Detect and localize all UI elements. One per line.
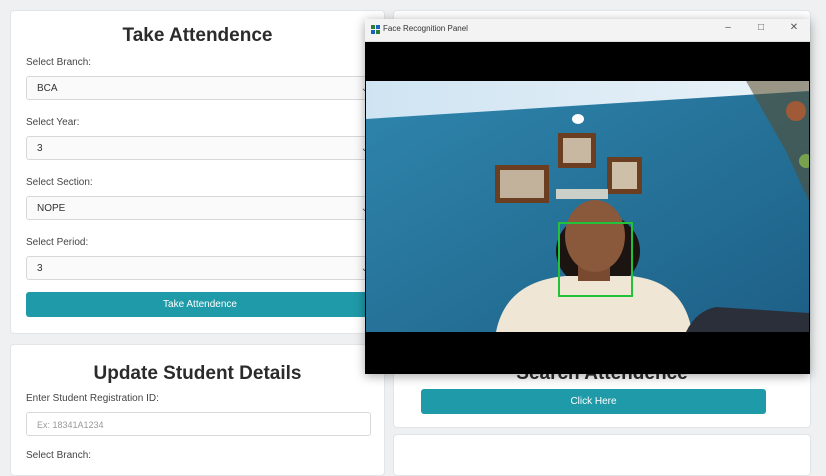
branch-label: Select Branch: [26, 57, 92, 68]
section-select[interactable]: NOPE ⌄ [26, 196, 374, 220]
right-bottom-card [393, 434, 811, 476]
period-label: Select Period: [26, 237, 89, 248]
take-attendance-card: Take Attendence Select Branch: BCA ⌄ Sel… [10, 10, 385, 334]
minimize-icon[interactable]: – [720, 22, 736, 33]
period-select[interactable]: 3 ⌄ [26, 256, 374, 280]
year-label: Select Year: [26, 117, 80, 128]
face-recognition-window[interactable]: Face Recognition Panel – □ ✕ [365, 19, 810, 374]
camera-feed [366, 81, 809, 332]
update-student-title: Update Student Details [93, 363, 302, 384]
maximize-icon[interactable]: □ [753, 22, 769, 33]
registration-id-input[interactable]: Ex: 18341A1234 [26, 412, 371, 436]
take-attendance-title: Take Attendence [122, 25, 273, 46]
update-branch-label: Select Branch: [26, 450, 92, 461]
search-click-here-button[interactable]: Click Here [421, 389, 766, 414]
take-attendance-button[interactable]: Take Attendence [26, 292, 374, 317]
window-title: Face Recognition Panel [383, 24, 468, 33]
close-icon[interactable]: ✕ [786, 22, 802, 33]
update-student-card: Update Student Details Enter Student Reg… [10, 344, 385, 476]
section-select-value: NOPE [37, 203, 66, 214]
window-titlebar[interactable]: Face Recognition Panel – □ ✕ [365, 19, 810, 42]
app-icon [371, 25, 380, 34]
registration-id-placeholder: Ex: 18341A1234 [37, 420, 104, 430]
branch-select[interactable]: BCA ⌄ [26, 76, 374, 100]
section-label: Select Section: [26, 177, 93, 188]
period-select-value: 3 [37, 263, 43, 274]
branch-select-value: BCA [37, 83, 58, 94]
registration-id-label: Enter Student Registration ID: [26, 393, 159, 404]
year-select-value: 3 [37, 143, 43, 154]
year-select[interactable]: 3 ⌄ [26, 136, 374, 160]
